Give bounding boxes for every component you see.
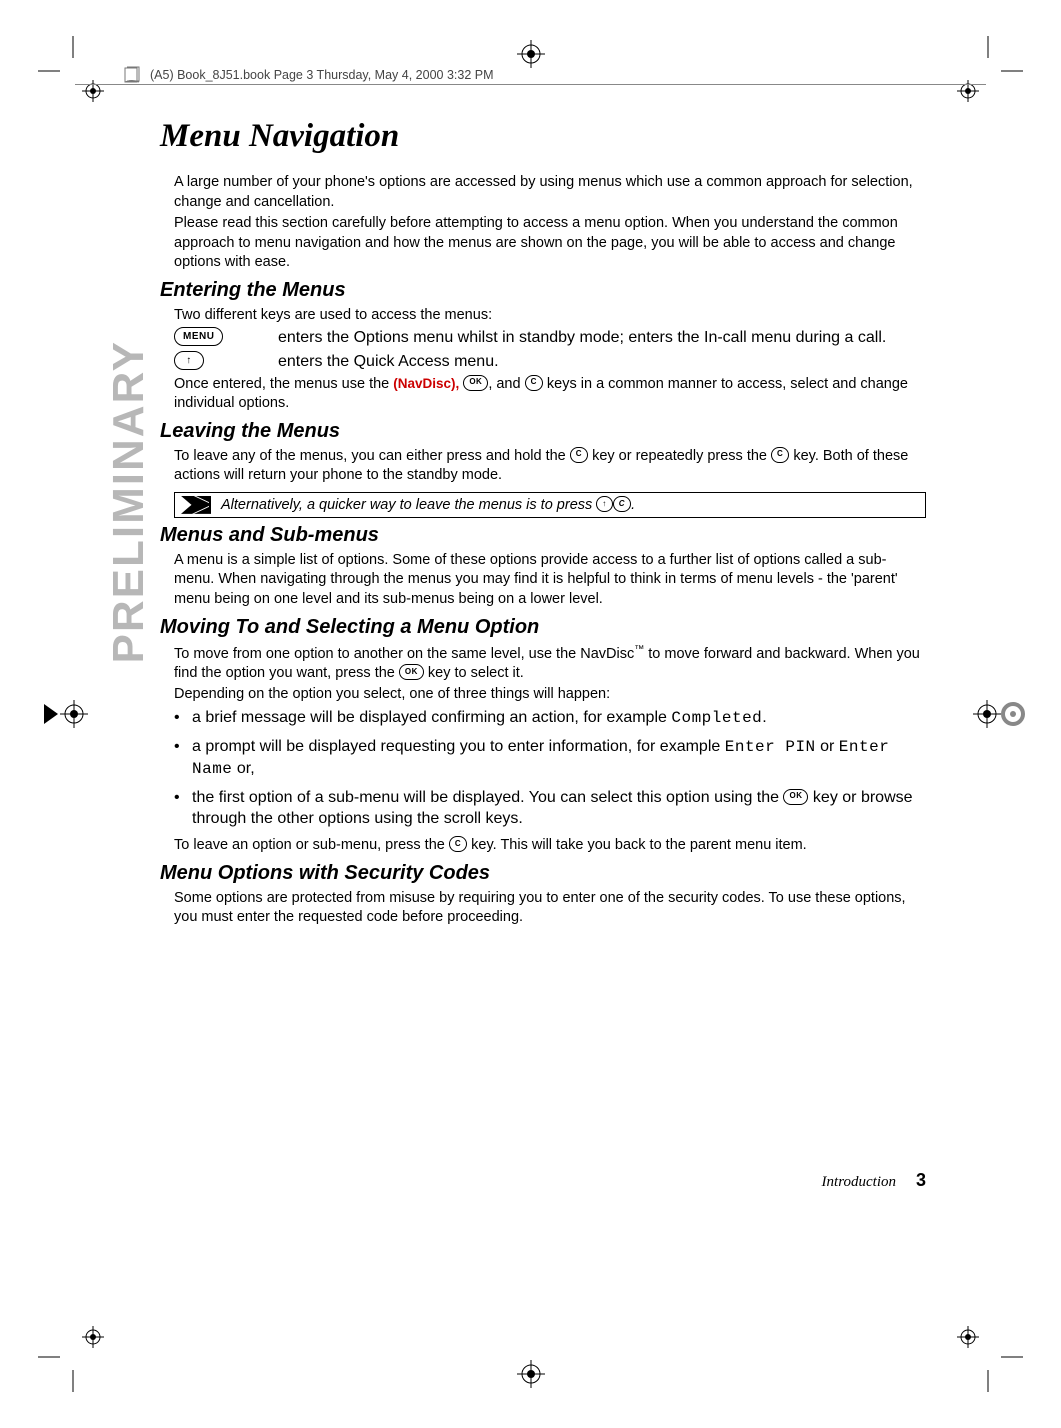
ok-key-icon: OK <box>399 664 424 680</box>
text-fragment: key to select it. <box>424 665 524 681</box>
text-fragment: the first option of a sub-menu will be d… <box>192 789 783 806</box>
chapter-title: Menu Navigation <box>160 118 926 155</box>
hairline <box>75 84 986 85</box>
navdisc-label: (NavDisc), <box>393 376 459 391</box>
registration-icon <box>967 684 1027 744</box>
section-security-title: Menu Options with Security Codes <box>160 862 926 885</box>
sidebar-watermark: PRELIMINARY <box>104 340 154 664</box>
crop-mark-icon <box>953 36 1023 106</box>
crop-mark-icon <box>38 36 108 106</box>
list-item: a brief message will be displayed confir… <box>174 707 926 730</box>
text-fragment: To leave an option or sub-menu, press th… <box>174 837 449 853</box>
c-key-icon: C <box>449 836 467 852</box>
book-header-text: (A5) Book_8J51.book Page 3 Thursday, May… <box>150 68 494 82</box>
registration-icon <box>511 34 551 74</box>
text-fragment: or, <box>232 760 254 777</box>
menu-key-icon: MENU <box>174 327 223 346</box>
text-fragment: , and <box>488 376 524 392</box>
up-key-description: enters the Quick Access menu. <box>278 351 926 373</box>
section-entering-title: Entering the Menus <box>160 279 926 302</box>
c-key-icon: C <box>525 375 543 391</box>
section-submenus-title: Menus and Sub-menus <box>160 524 926 547</box>
moving-paragraph-3: To leave an option or sub-menu, press th… <box>174 836 926 856</box>
list-item: the first option of a sub-menu will be d… <box>174 787 926 830</box>
book-icon <box>124 66 142 84</box>
note-flag-icon <box>181 496 211 514</box>
registration-icon <box>34 684 94 744</box>
text-fragment: key or repeatedly press the <box>588 448 771 464</box>
text-fragment: Alternatively, a quicker way to leave th… <box>221 497 596 513</box>
moving-bullets: a brief message will be displayed confir… <box>174 707 926 830</box>
footer-page-number: 3 <box>916 1170 926 1191</box>
footer-section-name: Introduction <box>822 1174 896 1191</box>
text-fragment: Once entered, the menus use the <box>174 376 393 392</box>
text-fragment: To leave any of the menus, you can eithe… <box>174 448 570 464</box>
section-leaving-title: Leaving the Menus <box>160 420 926 443</box>
ok-key-icon: OK <box>783 789 808 805</box>
c-key-icon: C <box>613 496 631 512</box>
lcd-text: Completed <box>671 709 762 727</box>
moving-paragraph-1: To move from one option to another on th… <box>174 643 926 684</box>
text-fragment: To move from one option to another on th… <box>174 645 634 661</box>
text-fragment: a brief message will be displayed confir… <box>192 709 671 726</box>
leaving-paragraph: To leave any of the menus, you can eithe… <box>174 447 926 486</box>
entering-post: Once entered, the menus use the (NavDisc… <box>174 375 926 414</box>
text-fragment: or <box>816 738 839 755</box>
trademark-symbol: ™ <box>634 644 644 655</box>
c-key-icon: C <box>771 447 789 463</box>
menu-key-description: enters the Options menu whilst in standb… <box>278 327 926 349</box>
up-arrow-key-icon: ↑ <box>174 351 204 370</box>
intro-paragraph-1: A large number of your phone's options a… <box>174 173 926 212</box>
note-callout: Alternatively, a quicker way to leave th… <box>174 492 926 518</box>
up-arrow-key-icon: ↑ <box>596 496 613 512</box>
entering-lead: Two different keys are used to access th… <box>174 306 926 326</box>
intro-paragraph-2: Please read this section carefully befor… <box>174 214 926 273</box>
security-paragraph: Some options are protected from misuse b… <box>174 889 926 928</box>
text-fragment: . <box>631 497 635 513</box>
crop-mark-icon <box>953 1322 1023 1392</box>
text-fragment: key. This will take you back to the pare… <box>467 837 807 853</box>
c-key-icon: C <box>570 447 588 463</box>
up-key-row: ↑ enters the Quick Access menu. <box>174 351 926 373</box>
moving-paragraph-2: Depending on the option you select, one … <box>174 685 926 705</box>
page-footer: Introduction 3 <box>822 1170 926 1191</box>
note-text: Alternatively, a quicker way to leave th… <box>221 497 635 513</box>
list-item: a prompt will be displayed requesting yo… <box>174 736 926 781</box>
registration-icon <box>511 1354 551 1394</box>
menu-key-row: MENU enters the Options menu whilst in s… <box>174 327 926 349</box>
lcd-text: Enter PIN <box>725 738 816 756</box>
text-fragment: a prompt will be displayed requesting yo… <box>192 738 725 755</box>
submenus-paragraph: A menu is a simple list of options. Some… <box>174 551 926 610</box>
section-moving-title: Moving To and Selecting a Menu Option <box>160 616 926 639</box>
text-fragment: . <box>762 709 766 726</box>
crop-mark-icon <box>38 1322 108 1392</box>
ok-key-icon: OK <box>463 375 488 391</box>
